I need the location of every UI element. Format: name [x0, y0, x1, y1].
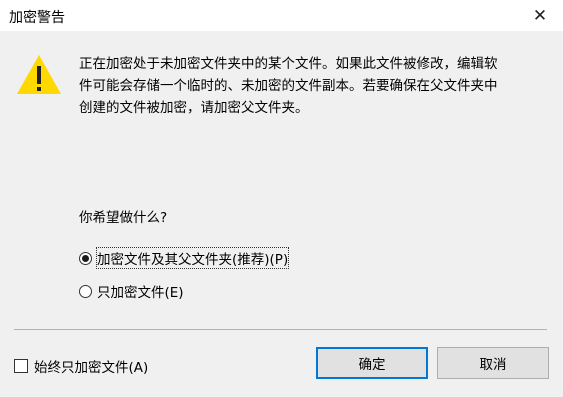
close-icon[interactable]: ✕	[517, 0, 563, 31]
divider	[14, 329, 547, 330]
warning-triangle-icon	[16, 54, 62, 100]
title-bar: 加密警告 ✕	[0, 0, 563, 31]
cancel-button[interactable]: 取消	[437, 347, 549, 379]
message-line: 正在加密处于未加密文件夹中的某个文件。如果此文件被修改，编辑软	[79, 56, 498, 72]
radio-button-selected[interactable]	[79, 251, 92, 265]
checkbox-label[interactable]: 始终只加密文件(A)	[34, 356, 148, 376]
message-line: 创建的文件被加密，请加密父文件夹。	[79, 100, 309, 116]
question-label: 你希望做什么?	[79, 210, 168, 226]
ok-button[interactable]: 确定	[316, 347, 428, 379]
radio-button[interactable]	[79, 284, 92, 298]
radio-encrypt-file-and-folder[interactable]: 加密文件及其父文件夹(推荐)(P)	[79, 247, 290, 269]
radio-encrypt-file-only[interactable]: 只加密文件(E)	[79, 281, 184, 301]
window-title: 加密警告	[9, 10, 65, 26]
checkbox[interactable]	[14, 359, 28, 373]
radio-label[interactable]: 只加密文件(E)	[97, 281, 184, 301]
radio-label[interactable]: 加密文件及其父文件夹(推荐)(P)	[95, 247, 290, 269]
always-encrypt-file-only-checkbox[interactable]: 始终只加密文件(A)	[14, 356, 148, 376]
message-line: 件可能会存储一个临时的、未加密的文件副本。若要确保在父文件夹中	[79, 78, 498, 94]
warning-message: 正在加密处于未加密文件夹中的某个文件。如果此文件被修改，编辑软 件可能会存储一个…	[79, 53, 549, 119]
